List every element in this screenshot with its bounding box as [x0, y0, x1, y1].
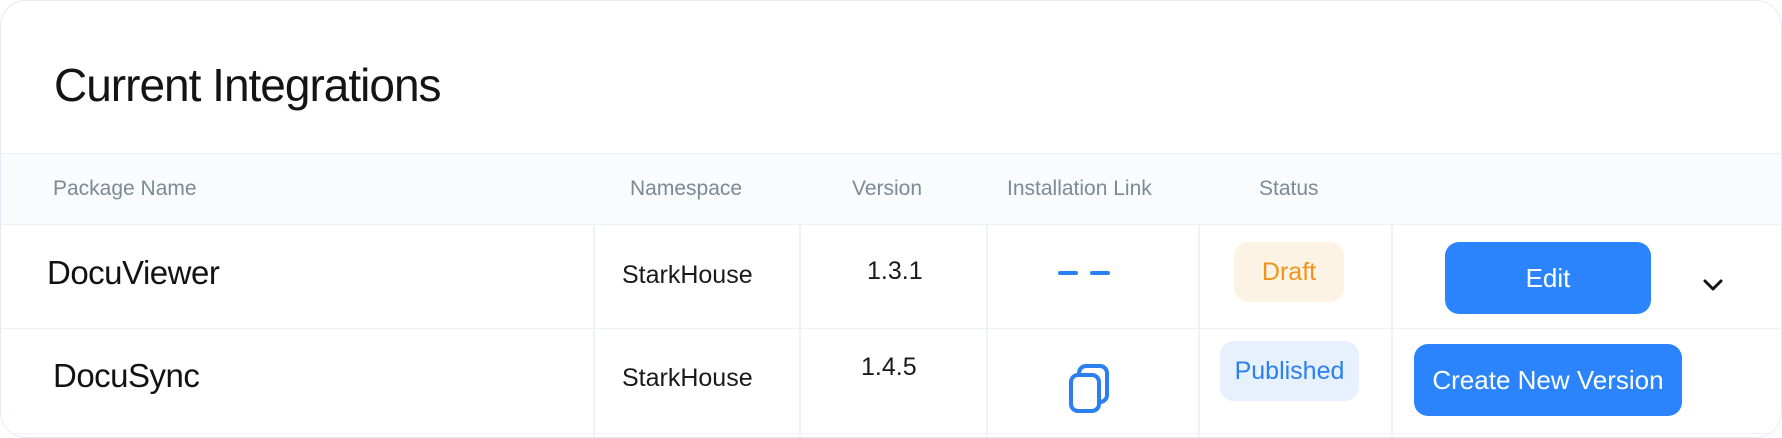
package-name: DocuSync	[53, 357, 200, 394]
namespace-value: StarkHouse	[622, 261, 753, 289]
version-value: 1.3.1	[867, 257, 923, 285]
package-name: DocuViewer	[47, 254, 220, 291]
namespace-value: StarkHouse	[622, 364, 753, 392]
table-header: Package Name Namespace Version Installat…	[1, 153, 1781, 225]
integrations-card: Current Integrations Package Name Namesp…	[0, 0, 1782, 438]
dash-mark	[1090, 271, 1110, 275]
chevron-down-icon[interactable]	[1701, 273, 1725, 297]
column-header-namespace: Namespace	[630, 177, 743, 200]
column-divider	[593, 224, 595, 437]
column-divider	[1391, 224, 1393, 437]
copy-icon[interactable]	[1067, 364, 1111, 414]
column-header-package-name: Package Name	[53, 177, 197, 200]
edit-button[interactable]: Edit	[1445, 242, 1651, 314]
column-header-installation-link: Installation Link	[1007, 177, 1152, 200]
version-value: 1.4.5	[861, 353, 917, 381]
status-badge-published: Published	[1220, 341, 1359, 401]
column-divider	[799, 224, 801, 437]
dash-mark	[1058, 271, 1078, 275]
create-new-version-button[interactable]: Create New Version	[1414, 344, 1682, 416]
page-title: Current Integrations	[54, 59, 442, 111]
column-header-status: Status	[1259, 177, 1319, 200]
column-divider	[986, 224, 988, 437]
status-badge-draft: Draft	[1234, 242, 1344, 302]
column-header-version: Version	[852, 177, 923, 200]
column-divider	[1198, 224, 1200, 437]
